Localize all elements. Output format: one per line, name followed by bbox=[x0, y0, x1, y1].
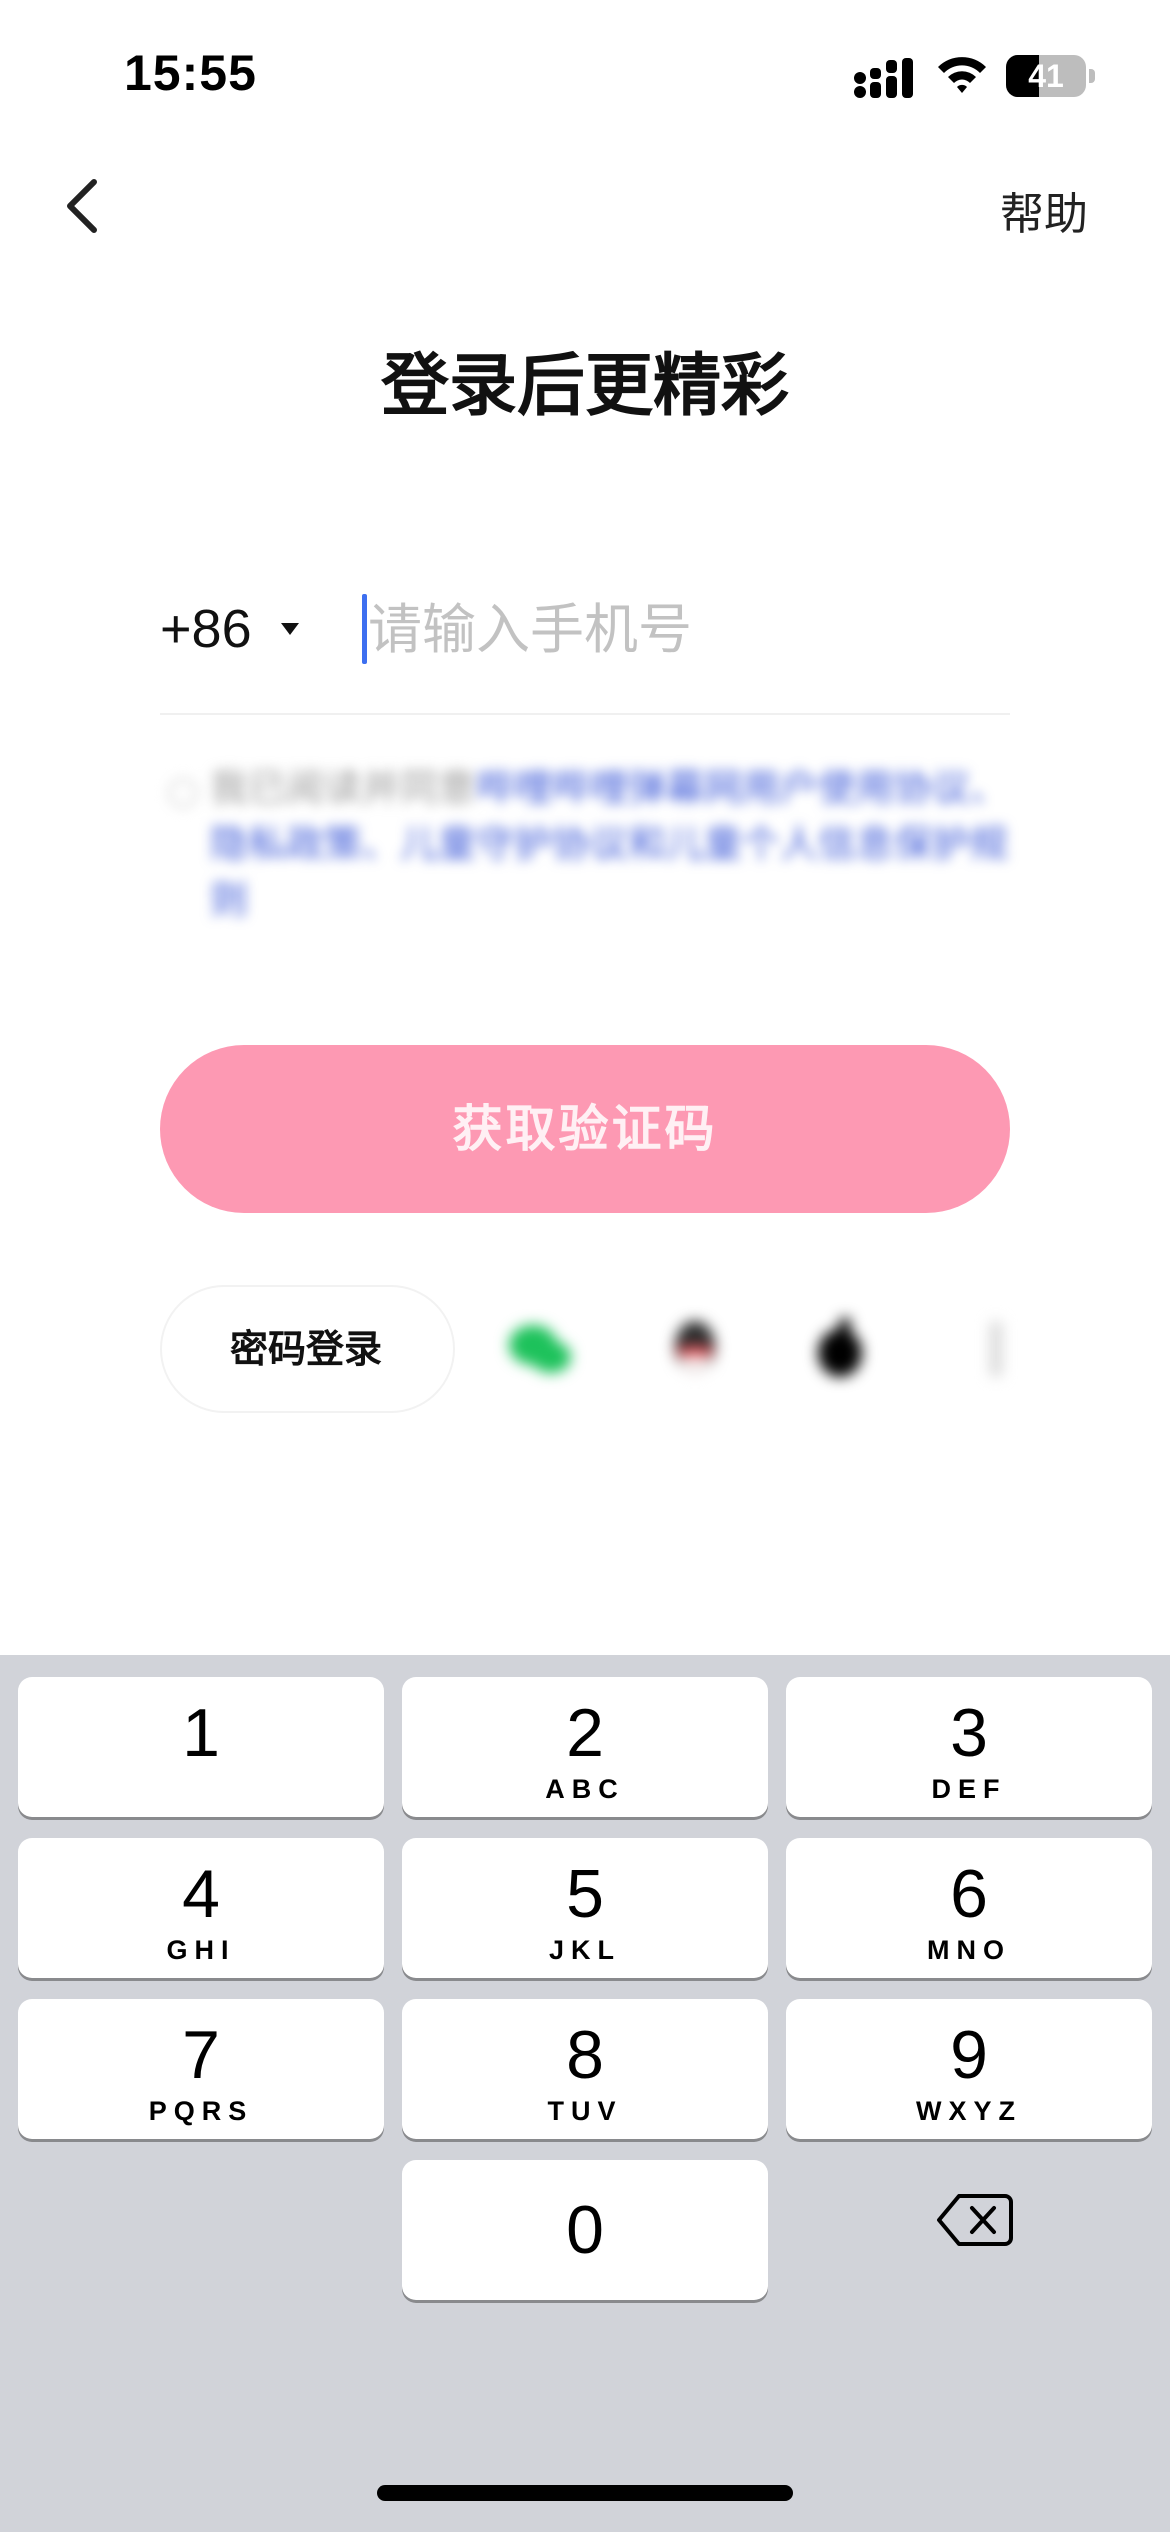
password-login-button[interactable]: 密码登录 bbox=[160, 1285, 455, 1413]
key-0[interactable]: 0 bbox=[402, 2160, 768, 2300]
country-code-selector[interactable]: +86 bbox=[160, 598, 252, 660]
signal-icon bbox=[854, 58, 913, 98]
other-login-methods: 密码登录 bbox=[160, 1285, 1002, 1415]
agreement-text: 我已阅读并同意哔哩哔哩弹幕网用户使用协议、隐私政策、儿童守护协议和儿童个人信息保… bbox=[210, 760, 1020, 928]
get-verification-code-button[interactable]: 获取验证码 bbox=[160, 1045, 1010, 1213]
password-login-label: 密码登录 bbox=[230, 1327, 383, 1371]
more-icon[interactable] bbox=[960, 1317, 1030, 1381]
key-8[interactable]: 8 TUV bbox=[402, 1999, 768, 2139]
home-indicator bbox=[377, 2485, 793, 2501]
key-5[interactable]: 5 JKL bbox=[402, 1838, 768, 1978]
key-6[interactable]: 6 MNO bbox=[786, 1838, 1152, 1978]
status-bar: 15:55 41 bbox=[0, 0, 1170, 150]
text-cursor bbox=[362, 594, 367, 664]
caret-down-icon[interactable] bbox=[279, 621, 301, 637]
help-link[interactable]: 帮助 bbox=[1000, 178, 1088, 242]
key-9[interactable]: 9 WXYZ bbox=[786, 1999, 1152, 2139]
agreement: 我已阅读并同意哔哩哔哩弹幕网用户使用协议、隐私政策、儿童守护协议和儿童个人信息保… bbox=[160, 760, 1020, 930]
battery-percent: 41 bbox=[1028, 58, 1064, 94]
delete-key-icon[interactable] bbox=[935, 2190, 1015, 2250]
key-1[interactable]: 1 bbox=[18, 1677, 384, 1817]
key-7[interactable]: 7 PQRS bbox=[18, 1999, 384, 2139]
qq-icon[interactable] bbox=[660, 1317, 730, 1381]
apple-icon[interactable] bbox=[805, 1317, 875, 1381]
wifi-icon bbox=[938, 57, 986, 93]
agreement-prefix: 我已阅读并同意 bbox=[210, 766, 477, 810]
phone-input-row: +86 bbox=[160, 580, 1010, 715]
agree-checkbox[interactable] bbox=[168, 778, 198, 808]
wechat-icon[interactable] bbox=[505, 1317, 575, 1381]
page-title: 登录后更精彩 bbox=[380, 347, 789, 426]
status-time: 15:55 bbox=[124, 45, 257, 101]
key-4[interactable]: 4 GHI bbox=[18, 1838, 384, 1978]
battery-icon: 41 bbox=[1006, 55, 1096, 97]
back-button[interactable] bbox=[52, 170, 124, 242]
phone-number-input[interactable] bbox=[368, 590, 988, 670]
key-2[interactable]: 2 ABC bbox=[402, 1677, 768, 1817]
key-3[interactable]: 3 DEF bbox=[786, 1677, 1152, 1817]
